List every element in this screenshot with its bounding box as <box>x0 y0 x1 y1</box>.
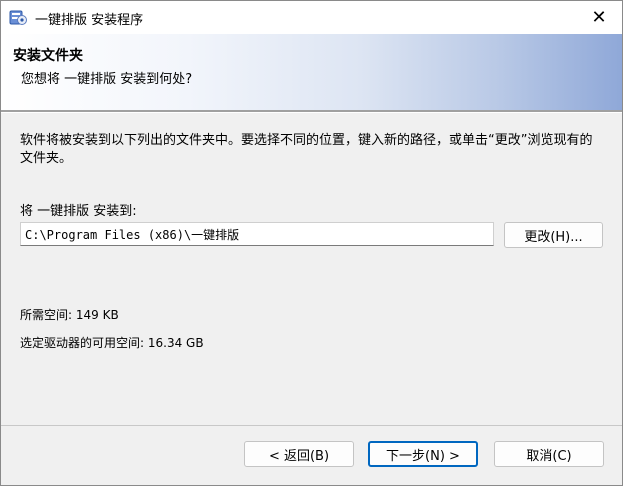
title-bar: 一键排版 安装程序 ✕ <box>1 1 622 34</box>
available-space-text: 选定驱动器的可用空间: 16.34 GB <box>20 336 204 350</box>
header-banner: 安装文件夹 您想将 一键排版 安装到何处? <box>1 34 622 110</box>
install-path-label: 将 一键排版 安装到: <box>20 204 137 219</box>
next-button[interactable]: 下一步(N) > <box>368 441 478 467</box>
installer-app-icon <box>9 8 27 26</box>
close-button[interactable]: ✕ <box>576 1 622 34</box>
header-divider <box>1 110 622 113</box>
close-icon: ✕ <box>591 7 607 28</box>
install-path-input[interactable] <box>20 222 494 246</box>
required-space-text: 所需空间: 149 KB <box>20 308 119 322</box>
page-title: 安装文件夹 <box>13 48 83 64</box>
installer-window: 一键排版 安装程序 ✕ 安装文件夹 您想将 一键排版 安装到何处? 软件将被安装… <box>0 0 623 486</box>
page-subtitle: 您想将 一键排版 安装到何处? <box>21 72 193 87</box>
window-title: 一键排版 安装程序 <box>35 13 144 28</box>
footer-divider <box>1 425 622 426</box>
instructions-text: 软件将被安装到以下列出的文件夹中。要选择不同的位置，键入新的路径，或单击“更改”… <box>20 133 593 166</box>
cancel-button[interactable]: 取消(C) <box>494 441 604 467</box>
back-button[interactable]: < 返回(B) <box>244 441 354 467</box>
change-folder-button[interactable]: 更改(H)... <box>504 222 603 248</box>
